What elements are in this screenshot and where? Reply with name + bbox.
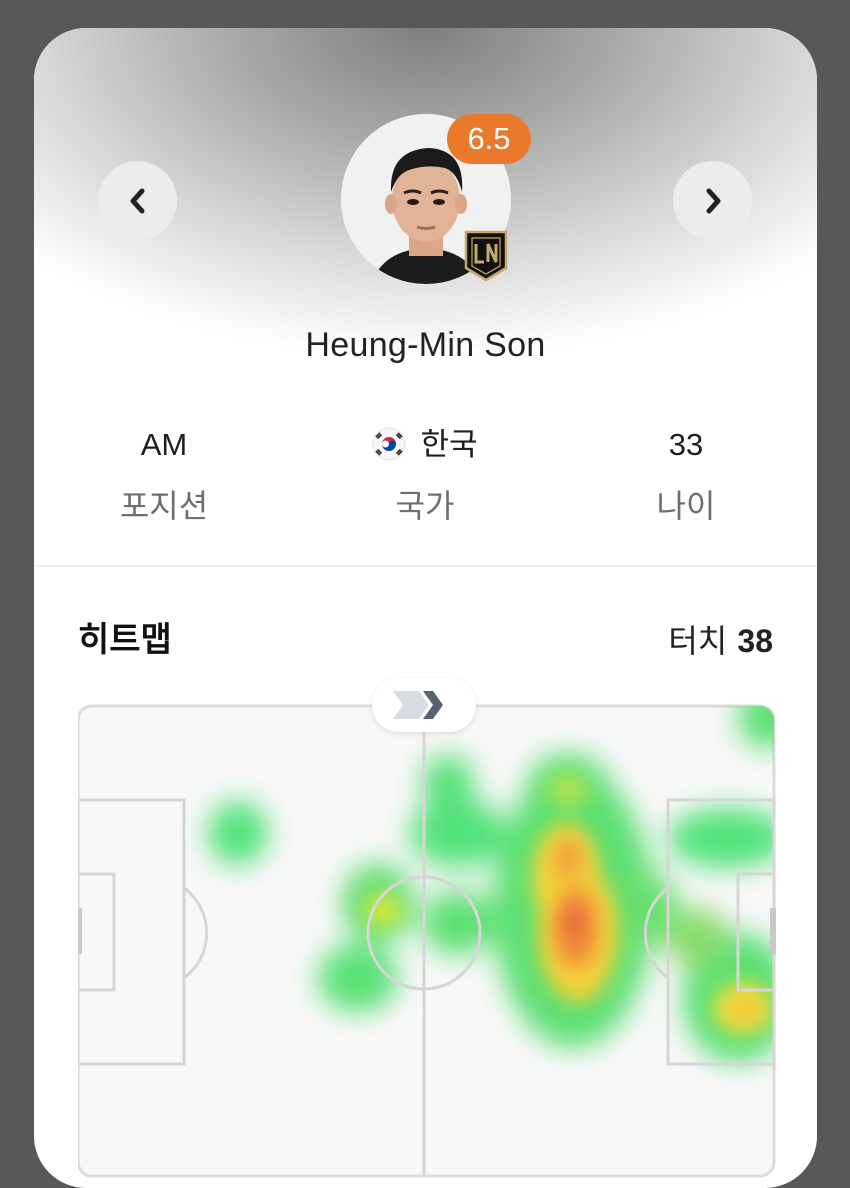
info-age: 33 나이 — [556, 423, 816, 527]
position-label: 포지션 — [119, 487, 209, 525]
age-label: 나이 — [656, 487, 716, 525]
touch-label: 터치 — [668, 622, 728, 660]
touch-value: 38 — [737, 623, 773, 659]
rating-badge: 6.5 — [447, 114, 531, 164]
country-value: 한국 — [295, 423, 555, 467]
heatmap-graphic — [78, 704, 776, 1178]
previous-player-button[interactable] — [98, 161, 177, 240]
info-country: 한국 국가 — [295, 423, 555, 527]
country-name: 한국 — [420, 427, 478, 462]
right-goal — [770, 908, 776, 954]
attack-direction-chevrons-icon — [393, 691, 443, 719]
player-name: Heung-Min Son — [305, 326, 546, 364]
next-player-button[interactable] — [673, 161, 752, 240]
position-value: AM — [140, 427, 188, 462]
heatmap-title: 히트맵 — [78, 620, 172, 660]
info-position: AM 포지션 — [34, 423, 294, 527]
player-card: 6.5 Heung-Min Son AM 포지션 한국 국가 33 나이 히트맵… — [34, 28, 817, 1188]
south-korea-flag-icon — [372, 427, 406, 461]
attack-direction-indicator — [372, 678, 476, 732]
heatmap-pitch — [78, 678, 778, 1188]
age-value: 33 — [668, 427, 704, 462]
left-goal — [78, 908, 82, 954]
player-info-row: AM 포지션 한국 국가 33 나이 — [34, 423, 817, 543]
country-label: 국가 — [395, 487, 455, 525]
touch-count: 터치 38 — [668, 616, 773, 662]
chevron-left-icon — [130, 188, 144, 213]
section-divider — [34, 565, 817, 567]
chevron-right-icon — [706, 188, 720, 213]
lafc-club-badge — [464, 230, 508, 282]
